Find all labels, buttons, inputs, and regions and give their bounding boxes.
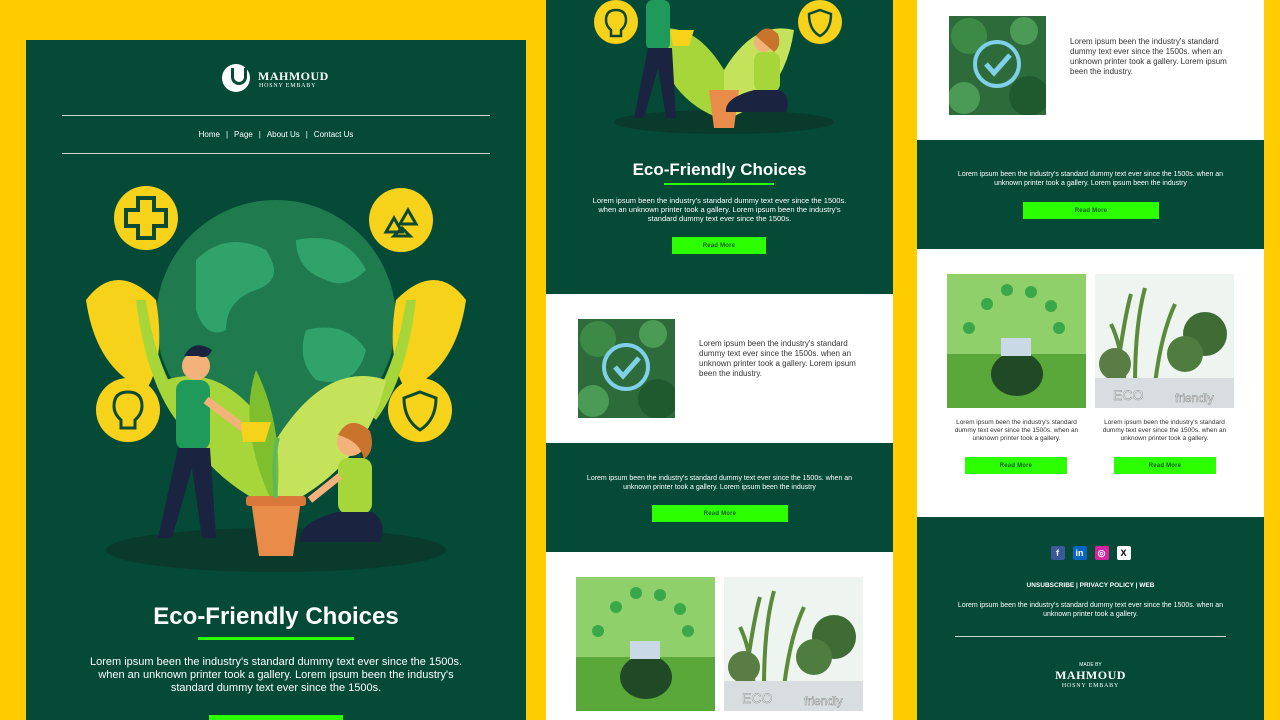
privacy-policy-link[interactable]: PRIVACY POLICY	[1080, 582, 1134, 589]
check-moss-image	[578, 319, 675, 418]
friendly-sign: friendly	[1175, 391, 1214, 405]
brand-name: MAHMOUD	[1055, 668, 1126, 682]
banner-text: Lorem ipsum been the industry's standard…	[586, 475, 853, 491]
nav-contact-us[interactable]: Contact Us	[308, 130, 360, 139]
web-link[interactable]: WEB	[1139, 582, 1154, 589]
gallery-caption-2: Lorem ipsum been the industry's standard…	[1102, 419, 1227, 442]
hero-illustration-small	[594, 0, 842, 134]
made-by-logo: MADE BY MAHMOUD HOSNY EMBABY	[917, 662, 1264, 689]
gallery-caption-1: Lorem ipsum been the industry's standard…	[954, 419, 1079, 442]
gallery-section: ECO friendly Lorem ipsum been the indust…	[917, 249, 1264, 517]
logo-mark-icon	[222, 64, 250, 92]
divider-bottom	[62, 153, 490, 154]
read-more-button[interactable]: Read More	[652, 505, 788, 522]
plants-eco-friendly-photo: ECO friendly	[1095, 274, 1234, 408]
hero-section: Eco-Friendly Choices Lorem ipsum been th…	[546, 0, 893, 294]
email-preview-right: Lorem ipsum been the industry's standard…	[917, 0, 1264, 720]
lightbulb-icon	[594, 0, 638, 44]
check-moss-image	[949, 16, 1046, 115]
title-underline	[198, 637, 354, 640]
brand-subtitle: HOSNY EMBABY	[259, 83, 317, 89]
health-cross-icon	[114, 186, 178, 250]
read-more-button[interactable]: Read More	[965, 457, 1067, 474]
feature-card: Lorem ipsum been the industry's standard…	[546, 294, 893, 443]
feature-text: Lorem ipsum been the industry's standard…	[699, 339, 856, 378]
brand-logo[interactable]: MAHMOUD HOSNY EMBABY	[222, 64, 342, 94]
eco-globe-photo	[947, 274, 1086, 408]
lightbulb-icon	[96, 378, 160, 442]
recycle-icon	[369, 188, 433, 252]
footer-text: Lorem ipsum been the industry's standard…	[957, 602, 1224, 618]
nav-home[interactable]: Home	[193, 130, 226, 139]
nav-about-us[interactable]: About Us	[261, 130, 306, 139]
social-links: f in ◎ X	[917, 546, 1264, 560]
x-twitter-icon[interactable]: X	[1116, 546, 1131, 560]
read-more-button[interactable]: Read More	[1114, 457, 1216, 474]
eco-sign: ECO	[742, 690, 772, 706]
main-nav: Home | Page | About Us | Contact Us	[26, 130, 526, 139]
hero-text: Lorem ipsum been the industry's standard…	[89, 656, 462, 694]
title-underline	[664, 183, 774, 185]
email-preview-main: MAHMOUD HOSNY EMBABY Home | Page | About U…	[26, 40, 526, 720]
shield-icon	[388, 378, 452, 442]
feature-text: Lorem ipsum been the industry's standard…	[1070, 37, 1227, 76]
nav-page[interactable]: Page	[228, 130, 259, 139]
footer-divider	[955, 636, 1226, 637]
email-preview-middle: Eco-Friendly Choices Lorem ipsum been th…	[546, 0, 893, 720]
footer-links: UNSUBSCRIBE | PRIVACY POLICY | WEB	[1026, 582, 1155, 589]
hero-text: Lorem ipsum been the industry's standard…	[592, 196, 847, 223]
hero-title: Eco-Friendly Choices	[153, 603, 399, 630]
eco-globe-photo	[576, 577, 715, 711]
feature-card: Lorem ipsum been the industry's standard…	[917, 0, 1264, 140]
gallery-section: ECO friendly	[546, 552, 893, 720]
brand-name: MAHMOUD	[258, 69, 329, 83]
brand-subtitle: HOSNY EMBABY	[1061, 683, 1120, 689]
banner-section: Lorem ipsum been the industry's standard…	[546, 443, 893, 552]
hero-title: Eco-Friendly Choices	[632, 160, 807, 179]
shield-icon	[798, 0, 842, 44]
hero-illustration	[86, 186, 466, 572]
plants-eco-friendly-photo: ECO friendly	[724, 577, 863, 711]
banner-section: Lorem ipsum been the industry's standard…	[917, 140, 1264, 249]
instagram-icon[interactable]: ◎	[1094, 546, 1109, 560]
eco-sign: ECO	[1113, 387, 1143, 403]
banner-text: Lorem ipsum been the industry's standard…	[957, 171, 1224, 187]
flower-pot	[251, 500, 301, 556]
read-more-button[interactable]: Read More	[209, 715, 343, 720]
linkedin-icon[interactable]: in	[1072, 546, 1087, 560]
friendly-sign: friendly	[804, 694, 843, 708]
read-more-button[interactable]: Read More	[672, 237, 766, 254]
facebook-icon[interactable]: f	[1050, 546, 1065, 560]
read-more-button[interactable]: Read More	[1023, 202, 1159, 219]
divider-top	[62, 115, 490, 116]
unsubscribe-link[interactable]: UNSUBSCRIBE	[1027, 582, 1075, 589]
